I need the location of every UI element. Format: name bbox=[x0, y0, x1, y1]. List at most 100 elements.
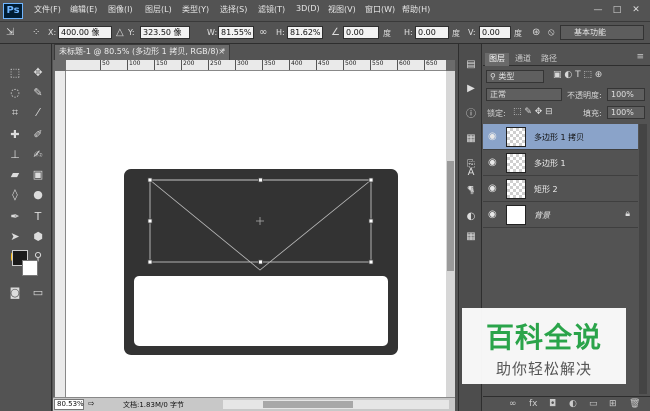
link-icon[interactable]: ∞ bbox=[259, 26, 267, 40]
visibility-eye-icon[interactable]: ◉ bbox=[488, 209, 497, 220]
delta-icon[interactable]: △ bbox=[116, 26, 124, 40]
document-close-icon[interactable]: × bbox=[218, 45, 225, 59]
blend-mode-select[interactable]: 正常 bbox=[486, 88, 562, 101]
workspace-select[interactable]: 基本功能 bbox=[560, 25, 644, 40]
shape-tool-icon[interactable]: ⬢ bbox=[27, 228, 49, 246]
quick-select-icon[interactable]: ✎ bbox=[27, 84, 49, 102]
layers-scrollbar[interactable] bbox=[639, 124, 647, 394]
history-brush-icon[interactable]: ✍ bbox=[27, 146, 49, 164]
menu-filter[interactable]: 滤镜(T) bbox=[258, 4, 285, 15]
y-field[interactable]: 323.50 像 bbox=[140, 26, 190, 39]
layer-row[interactable]: ◉ 背景 🔒︎ bbox=[483, 202, 638, 228]
blur-tool-icon[interactable]: ◊ bbox=[4, 186, 26, 204]
new-group-icon[interactable]: ▭ bbox=[589, 399, 598, 409]
pen-tool-icon[interactable]: ✒ bbox=[4, 208, 26, 226]
menu-file[interactable]: 文件(F) bbox=[34, 4, 61, 15]
quick-mask-icon[interactable]: ◙ bbox=[4, 284, 26, 302]
new-layer-icon[interactable]: ⊞ bbox=[609, 399, 617, 409]
eraser-tool-icon[interactable]: ▰ bbox=[4, 166, 26, 184]
document-info[interactable]: 文档:1.83M/0 字节 bbox=[123, 400, 184, 410]
tab-paths[interactable]: 路径 bbox=[537, 53, 561, 66]
export-icon[interactable]: ⇨ bbox=[88, 399, 95, 408]
menu-edit[interactable]: 编辑(E) bbox=[70, 4, 97, 15]
horizontal-scrollbar[interactable] bbox=[223, 400, 449, 409]
layer-filter-select[interactable]: ⚲ 类型 bbox=[486, 70, 544, 83]
swatches-panel-icon[interactable]: ▦ bbox=[463, 230, 479, 244]
brush-tool-icon[interactable]: ✐ bbox=[27, 126, 49, 144]
clone-stamp-icon[interactable]: ⊥ bbox=[4, 146, 26, 164]
canvas[interactable] bbox=[66, 71, 446, 397]
gradient-tool-icon[interactable]: ▣ bbox=[27, 166, 49, 184]
add-mask-icon[interactable]: ◘ bbox=[549, 399, 556, 409]
layer-row[interactable]: ◉ 矩形 2 bbox=[483, 176, 638, 202]
maximize-icon[interactable]: □ bbox=[609, 4, 625, 18]
document-title: 未标题-1 @ 80.5% (多边形 1 拷贝, RGB/8) * bbox=[59, 47, 226, 56]
horizontal-scroll-thumb[interactable] bbox=[263, 401, 353, 408]
menu-layer[interactable]: 图层(L) bbox=[145, 4, 172, 15]
tab-channels[interactable]: 通道 bbox=[511, 53, 535, 66]
healing-brush-icon[interactable]: ✚ bbox=[4, 126, 26, 144]
move-tool-icon[interactable]: ✥ bbox=[27, 64, 49, 82]
visibility-eye-icon[interactable]: ◉ bbox=[488, 131, 497, 142]
menu-window[interactable]: 窗口(W) bbox=[365, 4, 395, 15]
watermark: 百科全说 助你轻松解决 bbox=[462, 308, 626, 384]
vertical-scrollbar[interactable] bbox=[446, 71, 455, 397]
color-panel-icon[interactable]: ◐ bbox=[463, 210, 479, 224]
eyedropper-icon[interactable]: ⁄ bbox=[27, 104, 49, 122]
menu-3d[interactable]: 3D(D) bbox=[296, 4, 320, 13]
menu-select[interactable]: 选择(S) bbox=[220, 4, 247, 15]
height-field[interactable]: 81.62% bbox=[287, 26, 323, 39]
hskew-field[interactable]: 0.00 bbox=[415, 26, 449, 39]
actions-panel-icon[interactable]: ▶ bbox=[463, 82, 479, 96]
warp-icon[interactable]: ⊛ bbox=[532, 26, 540, 40]
filter-buttons[interactable]: ▣ ◐ T ⬚ ⊕ bbox=[553, 70, 602, 80]
angle-icon: ∠ bbox=[331, 27, 340, 38]
adjustment-layer-icon[interactable]: ◐ bbox=[569, 399, 577, 409]
minimize-icon[interactable]: — bbox=[590, 4, 606, 18]
vertical-scroll-thumb[interactable] bbox=[447, 161, 454, 271]
background-color-swatch[interactable] bbox=[22, 260, 38, 276]
menu-type[interactable]: 类型(Y) bbox=[182, 4, 209, 15]
lasso-tool-icon[interactable]: ◌ bbox=[4, 84, 26, 102]
paragraph-panel-icon[interactable]: ¶ bbox=[463, 184, 479, 198]
menu-image[interactable]: 图像(I) bbox=[108, 4, 133, 15]
cancel-transform-icon[interactable]: ⦸ bbox=[548, 26, 555, 40]
character-panel-icon[interactable]: A bbox=[463, 166, 479, 180]
screen-mode-icon[interactable]: ▭ bbox=[27, 284, 49, 302]
panel-menu-icon[interactable]: ≡ bbox=[636, 52, 644, 62]
dodge-tool-icon[interactable]: ● bbox=[27, 186, 49, 204]
document-tab[interactable]: 未标题-1 @ 80.5% (多边形 1 拷贝, RGB/8) * × bbox=[54, 44, 230, 60]
crop-tool-icon[interactable]: ⌗ bbox=[4, 104, 26, 122]
layer-row[interactable]: ◉ 多边形 1 拷贝 bbox=[483, 124, 638, 150]
close-icon[interactable]: ✕ bbox=[628, 4, 644, 18]
properties-panel-icon[interactable]: ▦ bbox=[463, 132, 479, 146]
visibility-eye-icon[interactable]: ◉ bbox=[488, 157, 497, 168]
menu-help[interactable]: 帮助(H) bbox=[402, 4, 430, 15]
lock-buttons[interactable]: ⬚ ✎ ✥ ⊟ bbox=[513, 107, 553, 117]
zoom-level-field[interactable]: 80.53% bbox=[54, 399, 84, 410]
angle-field[interactable]: 0.00 bbox=[343, 26, 379, 39]
fill-field[interactable]: 100% bbox=[607, 106, 645, 119]
layer-name: 背景 bbox=[534, 211, 550, 220]
opacity-field[interactable]: 100% bbox=[607, 88, 645, 101]
visibility-eye-icon[interactable]: ◉ bbox=[488, 183, 497, 194]
history-panel-icon[interactable]: ▤ bbox=[463, 58, 479, 72]
angle-unit: 度 bbox=[383, 29, 391, 38]
marquee-tool-icon[interactable]: ⬚ bbox=[4, 64, 26, 82]
path-select-icon[interactable]: ➤ bbox=[4, 228, 26, 246]
vskew-field[interactable]: 0.00 bbox=[479, 26, 511, 39]
fill-label: 填充: bbox=[583, 109, 602, 118]
trash-icon[interactable]: 🗑︎ bbox=[629, 399, 640, 409]
menu-view[interactable]: 视图(V) bbox=[328, 4, 356, 15]
fx-icon[interactable]: fx bbox=[529, 399, 538, 409]
tab-layers[interactable]: 图层 bbox=[485, 53, 509, 66]
info-panel-icon[interactable]: ⓘ bbox=[463, 108, 479, 122]
options-bar: ⇲ ⁘ X: 400.00 像 △ Y: 323.50 像 W: 81.55% … bbox=[0, 22, 650, 44]
x-field[interactable]: 400.00 像 bbox=[58, 26, 112, 39]
move-tool-preset-icon[interactable]: ⇲ bbox=[6, 26, 14, 40]
reference-point-icon[interactable]: ⁘ bbox=[32, 26, 40, 40]
layer-row[interactable]: ◉ 多边形 1 bbox=[483, 150, 638, 176]
width-field[interactable]: 81.55% bbox=[218, 26, 254, 39]
type-tool-icon[interactable]: T bbox=[27, 208, 49, 226]
link-layers-icon[interactable]: ∞ bbox=[509, 399, 517, 409]
